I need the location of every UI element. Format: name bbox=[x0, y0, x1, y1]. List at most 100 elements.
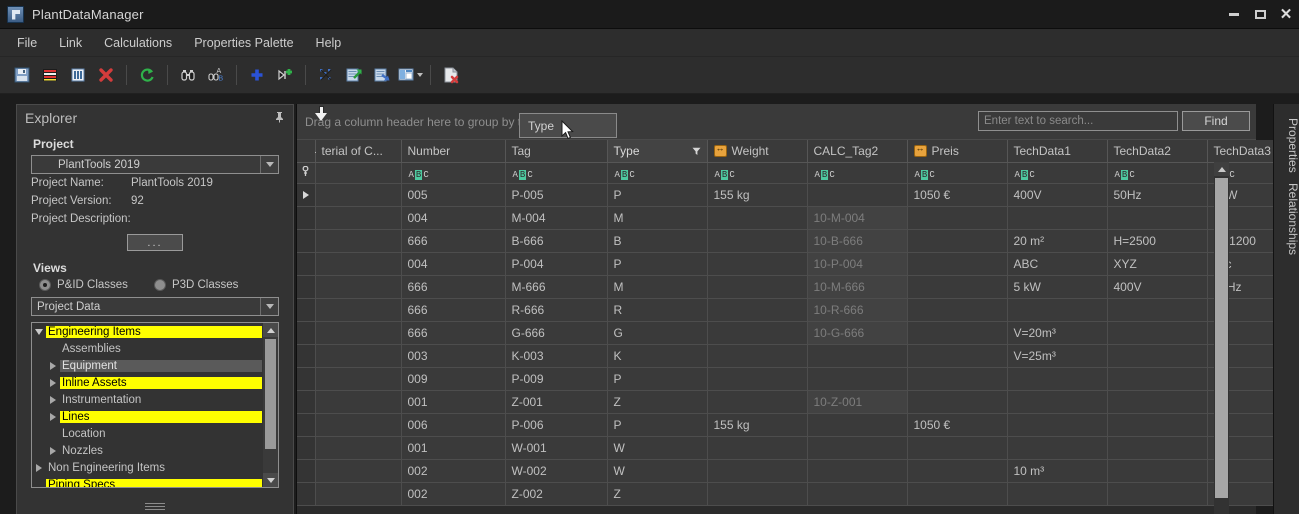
cell-preis[interactable] bbox=[907, 367, 1008, 391]
cell-type[interactable]: K bbox=[607, 344, 708, 368]
cell-calc-tag2[interactable] bbox=[807, 459, 908, 483]
row-indicator-cell[interactable] bbox=[297, 459, 316, 483]
columns-icon[interactable] bbox=[64, 61, 92, 89]
menu-calculations[interactable]: Calculations bbox=[93, 29, 183, 57]
radio-p3d-classes[interactable]: P3D Classes bbox=[153, 279, 238, 291]
cell-techdata1[interactable] bbox=[1007, 390, 1108, 414]
cell-material[interactable] bbox=[315, 183, 402, 207]
grid-scroll-up-button[interactable] bbox=[1214, 162, 1229, 176]
pin-icon[interactable] bbox=[274, 111, 285, 126]
filter-cell-techdata1[interactable]: ABC bbox=[1007, 162, 1108, 184]
cell-number[interactable]: 009 bbox=[401, 367, 506, 391]
row-indicator-cell[interactable] bbox=[297, 206, 316, 230]
scatter-link-icon[interactable] bbox=[312, 61, 340, 89]
column-header-preis[interactable]: Preis bbox=[907, 140, 1008, 163]
cell-calc-tag2[interactable] bbox=[807, 344, 908, 368]
cell-tag[interactable]: G-666 bbox=[505, 321, 608, 345]
cell-techdata1[interactable] bbox=[1007, 298, 1108, 322]
cell-weight[interactable] bbox=[707, 436, 808, 460]
filter-cell-type[interactable]: ABC bbox=[607, 162, 708, 184]
column-header-techdata1[interactable]: TechData1 bbox=[1007, 140, 1108, 163]
cell-tag[interactable]: Z-001 bbox=[505, 390, 608, 414]
delete-icon[interactable] bbox=[92, 61, 120, 89]
cell-tag[interactable]: P-009 bbox=[505, 367, 608, 391]
export-grid-icon[interactable] bbox=[340, 61, 368, 89]
cell-techdata2[interactable] bbox=[1107, 413, 1208, 437]
row-indicator-cell[interactable] bbox=[297, 482, 316, 506]
radio-pid-classes[interactable]: P&ID Classes bbox=[39, 279, 128, 291]
cell-type[interactable]: Z bbox=[607, 390, 708, 414]
cell-techdata1[interactable]: V=25m³ bbox=[1007, 344, 1108, 368]
cell-material[interactable] bbox=[315, 344, 402, 368]
cell-type[interactable]: P bbox=[607, 413, 708, 437]
cell-preis[interactable]: 1050 € bbox=[907, 183, 1008, 207]
table-row[interactable]: 006 P-006 P 155 kg 1050 € bbox=[297, 413, 1299, 437]
cell-material[interactable] bbox=[315, 275, 402, 299]
tree-item-instrumentation[interactable]: Instrumentation bbox=[32, 391, 262, 408]
cell-material[interactable] bbox=[315, 413, 402, 437]
cell-type[interactable]: G bbox=[607, 321, 708, 345]
cell-techdata2[interactable]: H=2500 bbox=[1107, 229, 1208, 253]
table-row[interactable]: 002 W-002 W 10 m³ bbox=[297, 459, 1299, 483]
cell-type[interactable]: W bbox=[607, 459, 708, 483]
row-indicator-cell[interactable] bbox=[297, 183, 316, 207]
cell-techdata2[interactable] bbox=[1107, 344, 1208, 368]
cell-number[interactable]: 666 bbox=[401, 298, 506, 322]
save-icon[interactable] bbox=[8, 61, 36, 89]
minimize-button[interactable] bbox=[1221, 0, 1247, 29]
table-row[interactable]: 666 R-666 R 10-R-666 bbox=[297, 298, 1299, 322]
tree-expander-right-icon[interactable] bbox=[46, 446, 60, 455]
cell-preis[interactable] bbox=[907, 252, 1008, 276]
tree-item-engineering-items[interactable]: Engineering Items bbox=[32, 323, 262, 340]
cell-calc-tag2[interactable]: 10-P-004 bbox=[807, 252, 908, 276]
tree-item-nozzles[interactable]: Nozzles bbox=[32, 442, 262, 459]
cell-type[interactable]: R bbox=[607, 298, 708, 322]
cell-techdata1[interactable]: V=20m³ bbox=[1007, 321, 1108, 345]
cell-type[interactable]: P bbox=[607, 183, 708, 207]
tree-item-piping-specs[interactable]: Piping Specs bbox=[32, 476, 262, 487]
cell-preis[interactable] bbox=[907, 275, 1008, 299]
cell-preis[interactable] bbox=[907, 436, 1008, 460]
cell-techdata2[interactable]: 400V bbox=[1107, 275, 1208, 299]
tree-item-equipment[interactable]: Equipment bbox=[32, 357, 262, 374]
cell-tag[interactable]: R-666 bbox=[505, 298, 608, 322]
import-grid-icon[interactable] bbox=[368, 61, 396, 89]
table-row[interactable]: 009 P-009 P bbox=[297, 367, 1299, 391]
tree-expander-right-icon[interactable] bbox=[46, 361, 60, 370]
tree-item-assemblies[interactable]: Assemblies bbox=[32, 340, 262, 357]
cell-weight[interactable] bbox=[707, 482, 808, 506]
tree-expander-right-icon[interactable] bbox=[32, 463, 46, 472]
cell-tag[interactable]: P-005 bbox=[505, 183, 608, 207]
filter-cell-calc-tag2[interactable]: ABC bbox=[807, 162, 908, 184]
menu-file[interactable]: File bbox=[6, 29, 48, 57]
cell-techdata1[interactable]: ABC bbox=[1007, 252, 1108, 276]
project-combo-chevron-down-icon[interactable] bbox=[260, 156, 278, 173]
cell-calc-tag2[interactable] bbox=[807, 436, 908, 460]
cell-weight[interactable] bbox=[707, 390, 808, 414]
tree-item-lines[interactable]: Lines bbox=[32, 408, 262, 425]
cell-weight[interactable] bbox=[707, 229, 808, 253]
cell-material[interactable] bbox=[315, 367, 402, 391]
cell-preis[interactable] bbox=[907, 459, 1008, 483]
cell-techdata2[interactable] bbox=[1107, 436, 1208, 460]
cell-weight[interactable] bbox=[707, 206, 808, 230]
cell-number[interactable]: 666 bbox=[401, 275, 506, 299]
cell-tag[interactable]: W-001 bbox=[505, 436, 608, 460]
chevron-down-icon[interactable] bbox=[417, 73, 423, 77]
row-indicator-cell[interactable] bbox=[297, 252, 316, 276]
cell-techdata1[interactable]: 10 m³ bbox=[1007, 459, 1108, 483]
filter-cell-number[interactable]: ABC bbox=[401, 162, 506, 184]
panel-resize-grip[interactable] bbox=[145, 503, 165, 512]
tab-relationships[interactable]: Relationships bbox=[1274, 173, 1299, 255]
cell-weight[interactable]: 155 kg bbox=[707, 413, 808, 437]
class-tree[interactable]: Engineering Items Assemblies Equipment I… bbox=[31, 322, 279, 488]
cell-material[interactable] bbox=[315, 252, 402, 276]
cell-material[interactable] bbox=[315, 390, 402, 414]
cell-type[interactable]: M bbox=[607, 206, 708, 230]
cell-calc-tag2[interactable] bbox=[807, 482, 908, 506]
cell-tag[interactable]: P-006 bbox=[505, 413, 608, 437]
cell-techdata2[interactable] bbox=[1107, 367, 1208, 391]
cell-tag[interactable]: K-003 bbox=[505, 344, 608, 368]
cell-type[interactable]: W bbox=[607, 436, 708, 460]
column-header-weight[interactable]: Weight bbox=[707, 140, 808, 163]
